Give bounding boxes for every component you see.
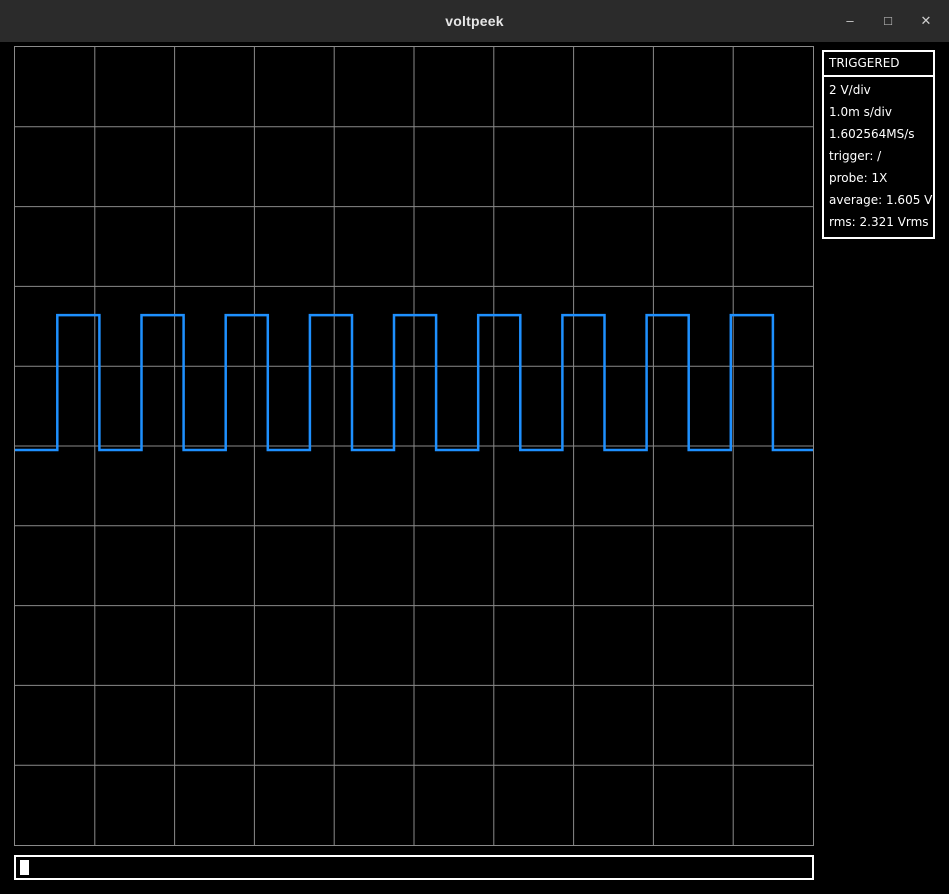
maximize-button[interactable]: □ [881,14,895,28]
readout-line-trigger: trigger: / [824,145,933,167]
readout-lines: 2 V/div 1.0m s/div 1.602564MS/s trigger:… [824,77,933,237]
readout-line-volts-per-div: 2 V/div [824,79,933,101]
window-controls: – □ ✕ [843,0,933,42]
window-title: voltpeek [445,13,503,29]
close-button[interactable]: ✕ [919,14,933,28]
readout-line-probe: probe: 1X [824,167,933,189]
readout-line-average: average: 1.605 V [824,189,933,211]
readout-line-time-per-div: 1.0m s/div [824,101,933,123]
scope-canvas [15,47,813,845]
readout-panel: TRIGGERED 2 V/div 1.0m s/div 1.602564MS/… [822,50,935,239]
command-input[interactable] [14,855,814,880]
scope-display [14,46,814,846]
titlebar[interactable]: voltpeek – □ ✕ [0,0,949,42]
text-cursor [20,860,29,875]
scope-grid [15,47,813,845]
minimize-button[interactable]: – [843,14,857,28]
trigger-status: TRIGGERED [824,52,933,77]
readout-line-rms: rms: 2.321 Vrms [824,211,933,233]
readout-line-sample-rate: 1.602564MS/s [824,123,933,145]
